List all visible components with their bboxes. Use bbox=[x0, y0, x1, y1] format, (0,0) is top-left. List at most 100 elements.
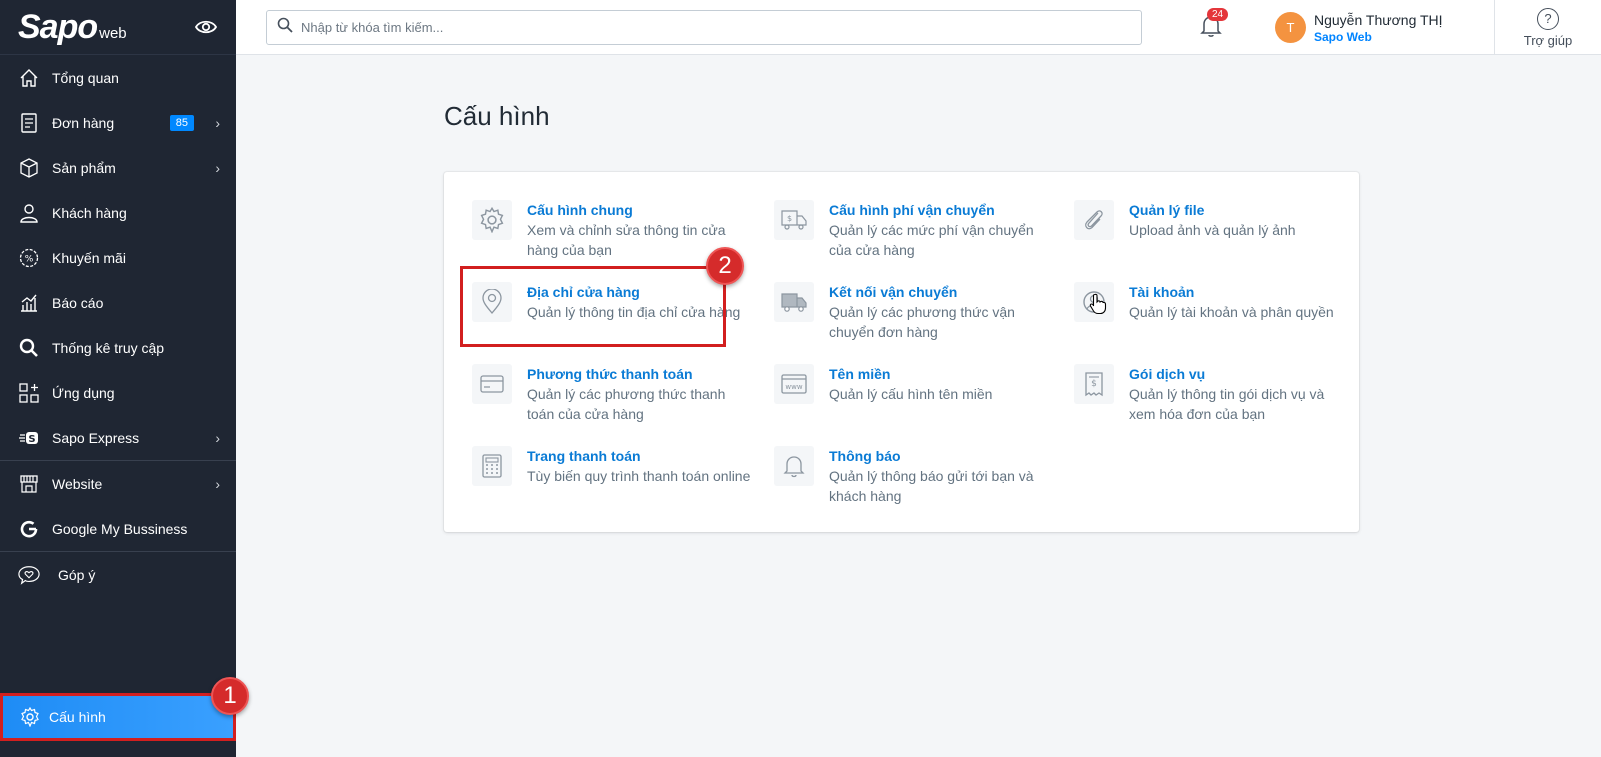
credit-card-icon bbox=[472, 364, 512, 404]
setting-shipping-fee[interactable]: $ Cấu hình phí vận chuyển Quản lý các mức… bbox=[774, 200, 1054, 260]
setting-title[interactable]: Quản lý file bbox=[1129, 200, 1296, 220]
setting-description: Quản lý thông tin gói dịch vụ và xem hóa… bbox=[1129, 386, 1325, 422]
sidebar-item-feedback[interactable]: Góp ý bbox=[0, 552, 236, 597]
search-icon bbox=[277, 17, 293, 38]
sidebar-item-overview[interactable]: Tổng quan bbox=[0, 55, 236, 100]
user-icon bbox=[18, 202, 40, 224]
search-icon bbox=[18, 337, 40, 359]
svg-text:$: $ bbox=[1091, 379, 1097, 389]
setting-title[interactable]: Cấu hình chung bbox=[527, 200, 752, 220]
home-icon bbox=[18, 67, 40, 89]
heart-chat-icon bbox=[18, 564, 40, 586]
gear-icon bbox=[19, 706, 41, 728]
sidebar-item-label: Sản phẩm bbox=[52, 159, 116, 176]
sidebar: Sapo web Tổng quan Đơn hàng 85 › Sản phẩ… bbox=[0, 0, 236, 757]
sidebar-item-label: Đơn hàng bbox=[52, 114, 115, 131]
truck-icon bbox=[774, 282, 814, 322]
sidebar-item-apps[interactable]: Ứng dụng bbox=[0, 370, 236, 415]
setting-payment-methods[interactable]: Phương thức thanh toán Quản lý các phương… bbox=[472, 364, 752, 424]
setting-title[interactable]: Gói dịch vụ bbox=[1129, 364, 1354, 384]
setting-title[interactable]: Tài khoản bbox=[1129, 282, 1334, 302]
sidebar-item-traffic-stats[interactable]: Thống kê truy cập bbox=[0, 325, 236, 370]
sidebar-item-google-my-business[interactable]: Google My Bussiness bbox=[0, 506, 236, 551]
domain-icon: www bbox=[774, 364, 814, 404]
setting-description: Quản lý tài khoản và phân quyền bbox=[1129, 304, 1334, 320]
sidebar-item-label: Tổng quan bbox=[52, 69, 119, 86]
setting-title[interactable]: Cấu hình phí vận chuyển bbox=[829, 200, 1054, 220]
setting-description: Quản lý thông báo gửi tới bạn và khách h… bbox=[829, 468, 1034, 504]
sidebar-item-products[interactable]: Sản phẩm › bbox=[0, 145, 236, 190]
help-button[interactable]: ? Trợ giúp bbox=[1494, 0, 1601, 55]
avatar[interactable]: T bbox=[1275, 12, 1306, 43]
setting-description: Tùy biến quy trình thanh toán online bbox=[527, 468, 751, 484]
chevron-right-icon: › bbox=[215, 159, 220, 176]
setting-title[interactable]: Tên miền bbox=[829, 364, 992, 384]
user-name[interactable]: Nguyễn Thương THỊ bbox=[1314, 12, 1443, 28]
chevron-right-icon: › bbox=[215, 475, 220, 492]
sidebar-item-sapo-express[interactable]: S Sapo Express › bbox=[0, 415, 236, 460]
svg-text:$: $ bbox=[787, 214, 792, 223]
setting-description: Quản lý các mức phí vận chuyển của cửa h… bbox=[829, 222, 1034, 258]
shipping-fee-icon: $ bbox=[774, 200, 814, 240]
top-header: 24 T Nguyễn Thương THỊ Sapo Web ? Trợ gi… bbox=[236, 0, 1601, 55]
paperclip-icon bbox=[1074, 200, 1114, 240]
step-marker: 1 bbox=[211, 677, 249, 715]
sidebar-item-label: Sapo Express bbox=[52, 429, 140, 446]
sidebar-item-customers[interactable]: Khách hàng bbox=[0, 190, 236, 235]
setting-domain[interactable]: www Tên miền Quản lý cấu hình tên miền bbox=[774, 364, 1054, 404]
search-box[interactable] bbox=[266, 10, 1142, 45]
sidebar-item-label: Khách hàng bbox=[52, 204, 127, 221]
sapo-express-icon: S bbox=[18, 427, 40, 449]
eye-icon[interactable] bbox=[194, 15, 218, 39]
sapo-logo[interactable]: Sapo web bbox=[18, 8, 127, 47]
chevron-right-icon: › bbox=[215, 429, 220, 446]
setting-description: Quản lý các phương thức thanh toán của c… bbox=[527, 386, 726, 422]
bar-chart-icon bbox=[18, 292, 40, 314]
hand-cursor-icon bbox=[1089, 293, 1107, 320]
setting-title[interactable]: Thông báo bbox=[829, 446, 1054, 466]
sidebar-item-settings[interactable]: Cấu hình bbox=[0, 693, 236, 741]
setting-description: Quản lý các phương thức vận chuyển đơn h… bbox=[829, 304, 1015, 340]
svg-text:S: S bbox=[28, 434, 35, 445]
logo-bar: Sapo web bbox=[0, 0, 236, 55]
settings-card: Cấu hình chung Xem và chỉnh sửa thông tin… bbox=[444, 172, 1359, 532]
storefront-icon bbox=[18, 473, 40, 495]
setting-notifications[interactable]: Thông báo Quản lý thông báo gửi tới bạn v… bbox=[774, 446, 1054, 506]
sidebar-item-orders[interactable]: Đơn hàng 85 › bbox=[0, 100, 236, 145]
sidebar-item-label: Góp ý bbox=[58, 566, 96, 583]
order-receipt-icon bbox=[18, 112, 40, 134]
sidebar-item-label: Website bbox=[52, 475, 103, 492]
gear-icon bbox=[472, 200, 512, 240]
setting-title[interactable]: Trang thanh toán bbox=[527, 446, 750, 466]
svg-text:%: % bbox=[25, 254, 34, 264]
apps-grid-icon bbox=[18, 382, 40, 404]
setting-file-manager[interactable]: Quản lý file Upload ảnh và quản lý ảnh bbox=[1074, 200, 1354, 240]
page-title: Cấu hình bbox=[444, 101, 550, 131]
setting-account[interactable]: Tài khoản Quản lý tài khoản và phân quyền bbox=[1074, 282, 1354, 322]
setting-service-plan[interactable]: $ Gói dịch vụ Quản lý thông tin gói dịch … bbox=[1074, 364, 1354, 424]
question-icon: ? bbox=[1537, 7, 1559, 30]
discount-icon: % bbox=[18, 247, 40, 269]
search-input[interactable] bbox=[301, 20, 1101, 35]
setting-title[interactable]: Kết nối vận chuyển bbox=[829, 282, 1054, 302]
sidebar-item-promotions[interactable]: % Khuyến mãi bbox=[0, 235, 236, 280]
sidebar-item-website[interactable]: Website › bbox=[0, 461, 236, 506]
store-name[interactable]: Sapo Web bbox=[1314, 30, 1372, 44]
svg-text:www: www bbox=[785, 383, 802, 391]
setting-description: Quản lý cấu hình tên miền bbox=[829, 386, 993, 402]
sidebar-item-label: Thống kê truy cập bbox=[52, 339, 165, 356]
setting-title[interactable]: Phương thức thanh toán bbox=[527, 364, 752, 384]
sidebar-item-reports[interactable]: Báo cáo bbox=[0, 280, 236, 325]
orders-count-badge: 85 bbox=[169, 114, 194, 131]
sidebar-item-label: Báo cáo bbox=[52, 294, 104, 311]
chevron-right-icon: › bbox=[215, 114, 220, 131]
setting-shipping-connection[interactable]: Kết nối vận chuyển Quản lý các phương thứ… bbox=[774, 282, 1054, 342]
invoice-icon: $ bbox=[1074, 364, 1114, 404]
step-marker: 2 bbox=[706, 247, 744, 285]
bell-icon bbox=[774, 446, 814, 486]
google-icon bbox=[18, 518, 40, 540]
setting-checkout-page[interactable]: Trang thanh toán Tùy biến quy trình thanh… bbox=[472, 446, 752, 486]
setting-general[interactable]: Cấu hình chung Xem và chỉnh sửa thông tin… bbox=[472, 200, 752, 260]
checkout-icon bbox=[472, 446, 512, 486]
sidebar-item-label: Google My Bussiness bbox=[52, 520, 188, 537]
